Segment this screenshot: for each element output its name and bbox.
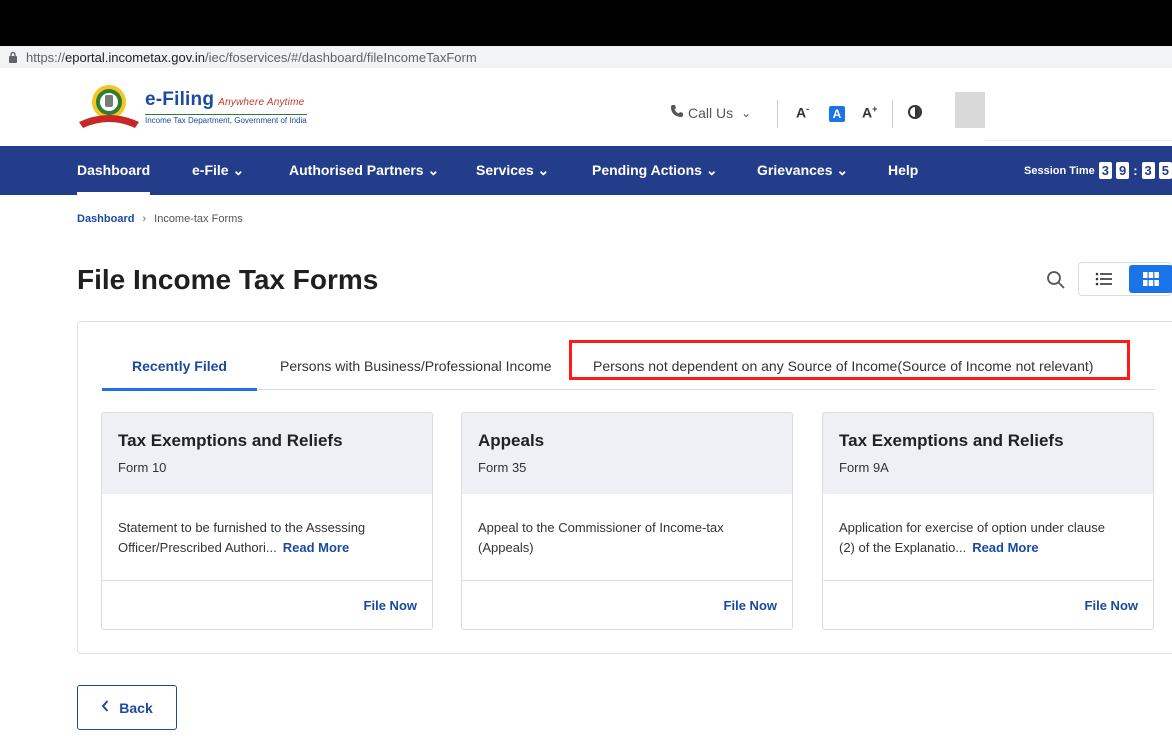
card-description: Statement to be furnished to the Assessi… [118,520,366,535]
card-form-number: Form 35 [478,460,527,475]
card-form-number: Form 9A [839,460,889,475]
nav-authorised-partners[interactable]: Authorised Partners ⌄ [289,146,439,195]
contrast-icon[interactable] [908,105,922,119]
chevron-down-icon: ⌄ [741,105,752,120]
card-title: Tax Exemptions and Reliefs [839,431,1064,450]
brand-title: e-Filing [145,88,215,110]
font-default-button[interactable]: A [829,106,845,122]
brand-tagline: Anywhere Anytime [218,96,305,108]
file-now-button[interactable]: File Now [1085,598,1138,613]
breadcrumb: Dashboard › Income-tax Forms [77,213,243,225]
card-description: (2) of the Explanatio... [839,540,967,555]
card-title: Tax Exemptions and Reliefs [118,431,343,450]
session-digit: 3 [1098,162,1112,179]
back-button[interactable]: Back [77,685,177,730]
tab-recently-filed[interactable]: Recently Filed [102,344,257,391]
browser-top-bar [0,0,1172,46]
breadcrumb-dashboard[interactable]: Dashboard [77,213,134,225]
main-nav: Dashboard e-File ⌄ Authorised Partners ⌄… [0,146,1172,195]
page-title: File Income Tax Forms [77,264,379,295]
url-path: /iec/foservices/#/dashboard/fileIncomeTa… [204,49,477,65]
nav-dashboard[interactable]: Dashboard [77,146,151,195]
session-colon: : [1133,163,1138,178]
card-form-number: Form 10 [118,460,167,475]
card-description: (Appeals) [478,540,534,555]
site-header: e-Filing Anywhere Anytime Income Tax Depa… [0,68,1172,214]
highlight-box [569,340,1130,380]
card-description: Application for exercise of option under… [839,520,1105,535]
file-now-button[interactable]: File Now [724,598,777,613]
breadcrumb-separator: › [142,213,147,225]
card-description: Officer/Prescribed Authori... [118,540,277,555]
address-bar[interactable]: https://eportal.incometax.gov.in/iec/fos… [0,46,1172,68]
url-host: eportal.incometax.gov.in [65,49,205,65]
search-icon[interactable] [1046,270,1066,290]
avatar[interactable] [955,92,985,128]
tab-business-income[interactable]: Persons with Business/Professional Incom… [280,344,552,390]
list-view-icon[interactable] [1079,263,1129,295]
emblem-icon [77,82,141,132]
call-us-dropdown[interactable]: Call Us ⌄ [670,104,751,121]
session-digit: 9 [1115,162,1130,179]
url-prefix: https:// [26,49,66,65]
breadcrumb-current: Income-tax Forms [154,213,243,225]
form-card: Appeals Form 35 Appeal to the Commission… [461,412,793,630]
file-now-button[interactable]: File Now [364,598,417,613]
card-title: Appeals [478,431,545,450]
divider [777,100,778,128]
session-label: Session Time [1024,164,1095,177]
nav-help[interactable]: Help [888,146,918,195]
font-increase-button[interactable]: A+ [862,104,877,121]
site-logo[interactable]: e-Filing Anywhere Anytime Income Tax Depa… [77,82,307,132]
divider [892,100,893,128]
session-timer: Session Time 3 9 : 3 5 [1024,146,1172,195]
form-card: Tax Exemptions and Reliefs Form 10 State… [101,412,433,630]
nav-pending-actions[interactable]: Pending Actions ⌄ [592,146,718,195]
form-card: Tax Exemptions and Reliefs Form 9A Appli… [822,412,1154,630]
session-digit: 5 [1158,162,1172,179]
brand-subtitle: Income Tax Department, Government of Ind… [145,113,307,125]
view-toggle [1078,262,1172,296]
back-label: Back [119,699,153,716]
lock-icon [6,50,20,64]
nav-e-file[interactable]: e-File ⌄ [192,146,244,195]
session-digit: 3 [1141,162,1155,179]
card-description: Appeal to the Commissioner of Income-tax [478,520,724,535]
nav-grievances[interactable]: Grievances ⌄ [757,146,848,195]
grid-view-icon[interactable] [1129,265,1172,293]
read-more-link[interactable]: Read More [972,540,1038,555]
nav-services[interactable]: Services ⌄ [476,146,549,195]
read-more-link[interactable]: Read More [283,540,349,555]
phone-icon [670,104,684,121]
call-us-label: Call Us [688,104,734,121]
font-decrease-button[interactable]: A- [796,104,809,121]
chevron-left-icon [101,700,109,715]
